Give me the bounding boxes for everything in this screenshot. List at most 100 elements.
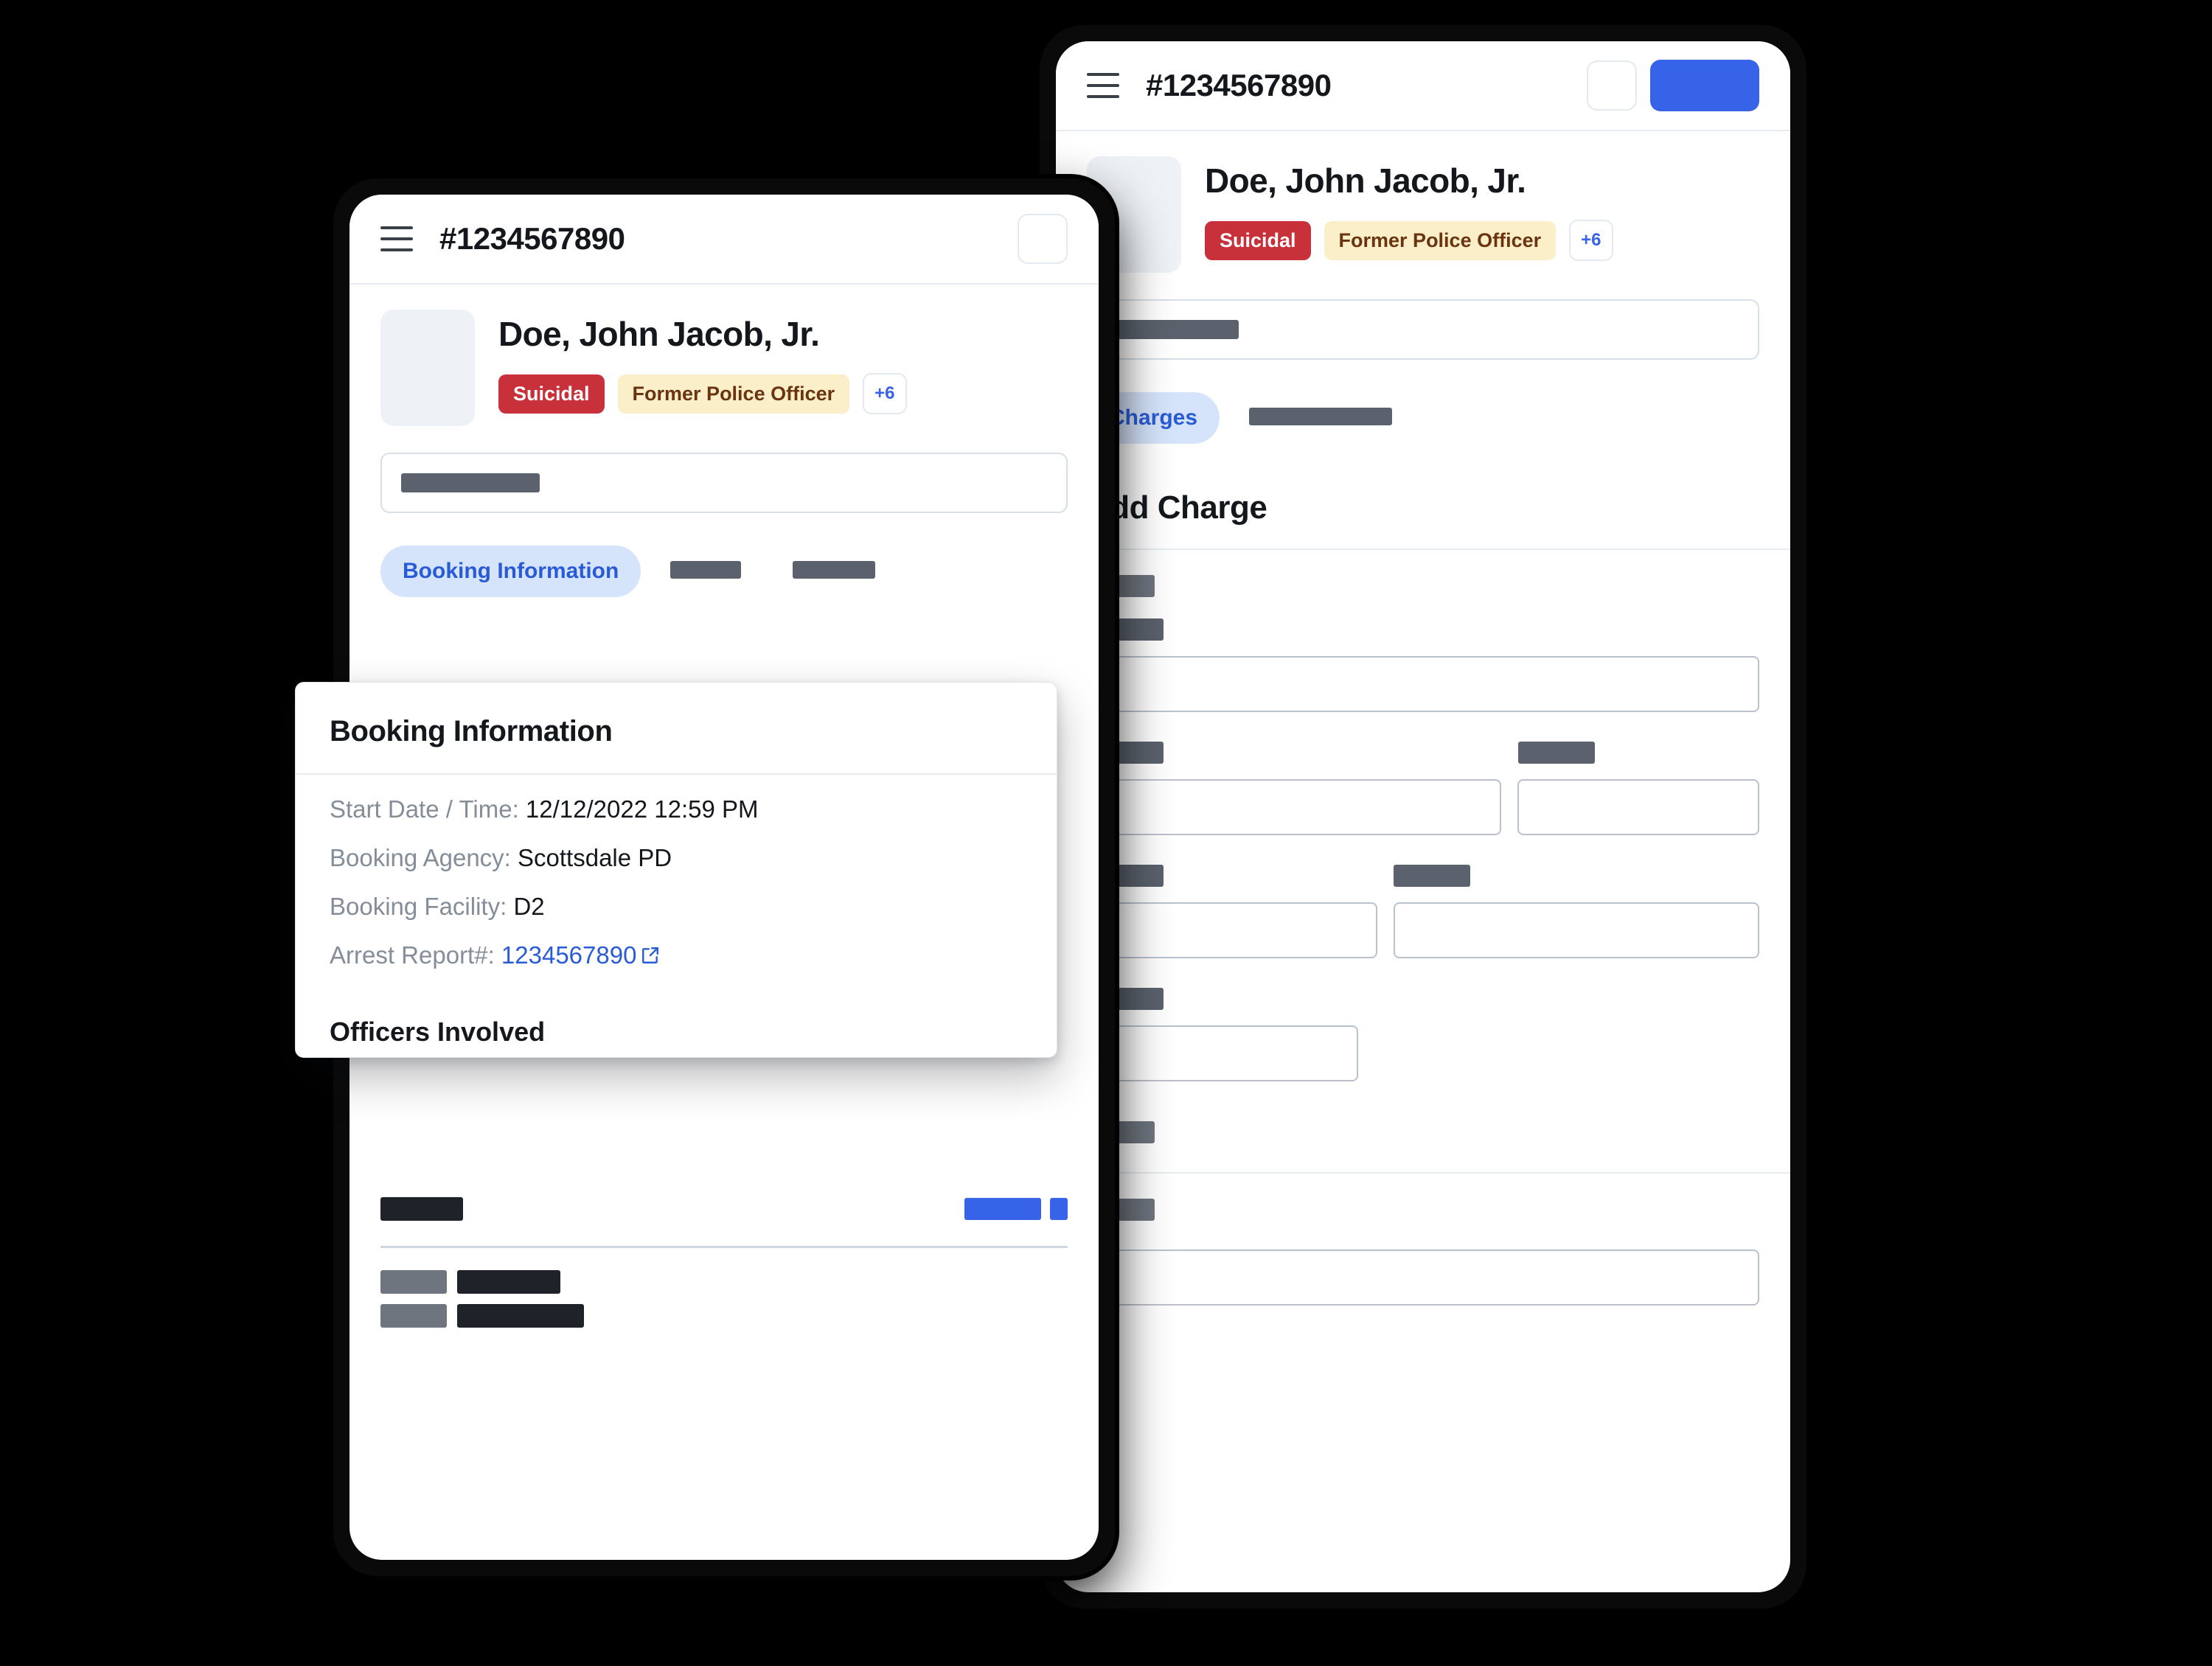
form-input-2[interactable] [1087,656,1759,712]
form-field-group-4 [1056,865,1790,958]
detail-value-arrest-report: 1234567890 [501,941,637,969]
form-input-3b[interactable] [1517,779,1759,835]
booking-information-card: Booking Information Start Date / Time: 1… [295,682,1057,1058]
form-input-5[interactable] [1087,1025,1358,1081]
tab-bar-left: Booking Information [380,546,1068,597]
form-label-row-3 [1056,742,1790,767]
search-placeholder-bar-left [401,473,540,492]
more-tags-badge-right[interactable]: +6 [1569,220,1613,261]
form-field-group-7 [1056,1199,1790,1306]
bottom-kv-row-2 [349,1304,1099,1328]
device-frame-right: #1234567890 Doe, John Jacob, Jr. Suicida… [1040,25,1806,1609]
booking-card-header: Booking Information [296,683,1057,775]
header-actions-right [1587,60,1759,111]
form-field-group-3 [1056,742,1790,835]
detail-row-start-date: Start Date / Time: 12/12/2022 12:59 PM [330,797,1023,821]
person-name-left: Doe, John Jacob, Jr. [498,315,820,353]
tab-secondary-right[interactable] [1227,394,1414,442]
booking-card-title: Booking Information [330,715,613,747]
detail-key-booking-facility: Booking Facility: [330,893,507,920]
section-divider-right-2 [1056,1172,1790,1174]
header-actions-left [1018,214,1068,264]
booking-card-body: Start Date / Time: 12/12/2022 12:59 PM B… [296,775,1057,1057]
status-badge-suicidal-left: Suicidal [498,374,605,414]
bottom-primary-action-bar[interactable] [964,1198,1041,1220]
detail-value-booking-facility: D2 [513,893,545,920]
screen-right: #1234567890 Doe, John Jacob, Jr. Suicida… [1056,41,1790,1592]
more-tags-badge-left[interactable]: +6 [863,373,907,414]
tab-tertiary-left[interactable] [771,548,897,596]
person-summary-left: Doe, John Jacob, Jr. Suicidal Former Pol… [349,285,1099,426]
avatar-left [380,310,475,426]
status-badge-former-police-officer-right: Former Police Officer [1324,220,1557,260]
app-header-right: #1234567890 [1056,41,1790,131]
search-input-left[interactable] [380,453,1068,513]
person-summary-right: Doe, John Jacob, Jr. Suicidal Former Pol… [1056,131,1790,273]
person-name-right: Doe, John Jacob, Jr. [1205,161,1526,200]
detail-row-arrest-report: Arrest Report#: 1234567890 [330,943,1023,967]
bottom-kv-row-1 [349,1270,1099,1294]
record-id-right: #1234567890 [1146,68,1332,102]
section-divider-right [1056,548,1790,550]
bottom-label-placeholder [380,1197,463,1221]
app-header-left: #1234567890 [349,195,1099,285]
person-meta-left: Doe, John Jacob, Jr. Suicidal Former Pol… [498,310,907,426]
header-primary-button-right[interactable] [1650,60,1759,111]
arrest-report-link[interactable]: 1234567890 [501,941,637,969]
tag-row-right: Suicidal Former Police Officer +6 [1205,220,1613,261]
tab-placeholder-bar-left-1 [670,560,742,579]
detail-value-booking-agency: Scottsdale PD [518,844,672,871]
detail-value-start-date: 12/12/2022 12:59 PM [525,795,759,823]
hamburger-menu-icon[interactable] [1087,73,1119,98]
bottom-divider-left [380,1246,1068,1248]
tab-placeholder-bar-right [1249,407,1393,425]
tab-bar-right: Charges [1087,392,1759,444]
form-label-5 [1087,988,1759,1014]
bottom-kv-key-bar-2 [380,1304,447,1328]
detail-row-booking-agency: Booking Agency: Scottsdale PD [330,846,1023,870]
status-badge-suicidal-right: Suicidal [1205,220,1311,260]
record-id-left: #1234567890 [439,221,625,256]
header-ghost-button-right[interactable] [1587,60,1637,111]
detail-key-arrest-report: Arrest Report#: [330,941,495,969]
hamburger-menu-icon-left[interactable] [380,226,413,251]
bottom-kv-key-bar-1 [380,1270,447,1294]
detail-key-start-date: Start Date / Time: [330,795,519,823]
detail-row-booking-facility: Booking Facility: D2 [330,894,1023,919]
form-label-1 [1087,575,1759,601]
bottom-secondary-action-bar[interactable] [1050,1198,1068,1220]
bottom-actions-left [349,1197,1099,1221]
form-field-group-6 [1056,1121,1790,1147]
form-input-7[interactable] [1087,1250,1759,1306]
detail-key-booking-agency: Booking Agency: [330,844,511,871]
form-input-4b[interactable] [1394,902,1759,958]
search-input-right[interactable] [1087,299,1759,360]
form-label-row-4 [1056,865,1790,890]
form-label-2 [1087,618,1759,644]
header-ghost-button-left[interactable] [1018,214,1068,264]
tab-placeholder-bar-left-2 [793,560,876,579]
section-title-add-charge: Add Charge [1087,489,1267,526]
form-field-group-1 [1056,575,1790,601]
form-field-group-2 [1056,618,1790,712]
search-placeholder-bar-right [1107,320,1239,339]
form-input-row-4 [1056,902,1790,958]
form-field-group-5 [1056,988,1790,1081]
label-placeholder-bar-3b [1517,742,1595,764]
form-label-7 [1087,1199,1759,1224]
form-input-row-3 [1056,779,1790,835]
external-link-icon[interactable] [641,946,660,965]
form-input-4a[interactable] [1087,902,1378,958]
form-input-3a[interactable] [1087,779,1501,835]
form-label-6 [1087,1121,1759,1147]
label-placeholder-bar-4b [1393,865,1470,887]
tag-row-left: Suicidal Former Police Officer +6 [498,373,907,414]
tab-booking-information[interactable]: Booking Information [380,546,641,597]
person-meta-right: Doe, John Jacob, Jr. Suicidal Former Pol… [1205,156,1613,273]
officers-involved-title: Officers Involved [330,1017,546,1047]
bottom-kv-value-bar-1 [457,1270,560,1294]
screenshot-stage: #1234567890 Doe, John Jacob, Jr. Suicida… [0,0,2212,1666]
tab-secondary-left[interactable] [648,548,763,596]
status-badge-former-police-officer-left: Former Police Officer [617,374,850,414]
bottom-kv-value-bar-2 [457,1304,584,1328]
